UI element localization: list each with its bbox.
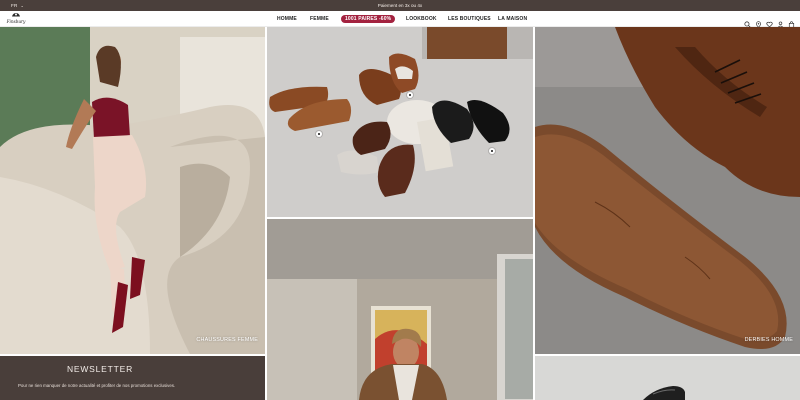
category-tile-derbies[interactable]: DERBIES HOMME [535, 27, 800, 354]
loafers-image [267, 27, 533, 217]
nav-item-femme[interactable]: FEMME [310, 16, 329, 22]
derby-shoes-image [535, 27, 800, 354]
nav-item-sale[interactable]: 1001 PAIRES -60% [341, 15, 396, 23]
header-icons [744, 15, 795, 28]
product-tile-bottom[interactable] [535, 356, 800, 400]
newsletter-description: Pour ne rien manquer de notre actualité … [18, 383, 176, 388]
wishlist-icon[interactable] [766, 15, 773, 28]
brand-name: Finsbury [6, 19, 26, 24]
tile-caption: CHAUSSURES FEMME [196, 337, 258, 343]
announcement-text[interactable]: Paiement en 3x ou 4x [0, 3, 800, 8]
loafers-tile[interactable] [267, 27, 533, 217]
product-hotspot[interactable] [407, 92, 413, 98]
store-locator-icon[interactable] [755, 15, 762, 28]
man-portrait-image [267, 219, 533, 400]
nav-item-homme[interactable]: HOMME [277, 16, 297, 22]
search-icon[interactable] [744, 15, 751, 28]
nav-item-maison[interactable]: LA MAISON [498, 16, 527, 22]
announcement-bar: FR ⌄ Paiement en 3x ou 4x [0, 0, 800, 11]
newsletter-title: NEWSLETTER [66, 364, 134, 374]
brand-logo[interactable]: Finsbury [6, 12, 28, 26]
shoe-preview-image [535, 356, 800, 400]
newsletter-panel: NEWSLETTER Pour ne rien manquer de notre… [0, 356, 265, 400]
category-tile-femme[interactable]: CHAUSSURES FEMME [0, 27, 265, 354]
tile-caption: DERBIES HOMME [744, 337, 793, 343]
product-hotspot[interactable] [316, 131, 322, 137]
bag-icon[interactable] [788, 15, 795, 28]
account-icon[interactable] [777, 15, 784, 28]
main-header: Finsbury HOMME FEMME 1001 PAIRES -60% LO… [0, 11, 800, 28]
product-hotspot[interactable] [489, 148, 495, 154]
lookbook-man-tile[interactable] [267, 219, 533, 400]
nav-item-lookbook[interactable]: LOOKBOOK [406, 16, 437, 22]
woman-on-sofa-image [0, 27, 265, 354]
logo-emblem-icon [12, 13, 20, 17]
nav-item-boutiques[interactable]: LES BOUTIQUES [448, 16, 491, 22]
